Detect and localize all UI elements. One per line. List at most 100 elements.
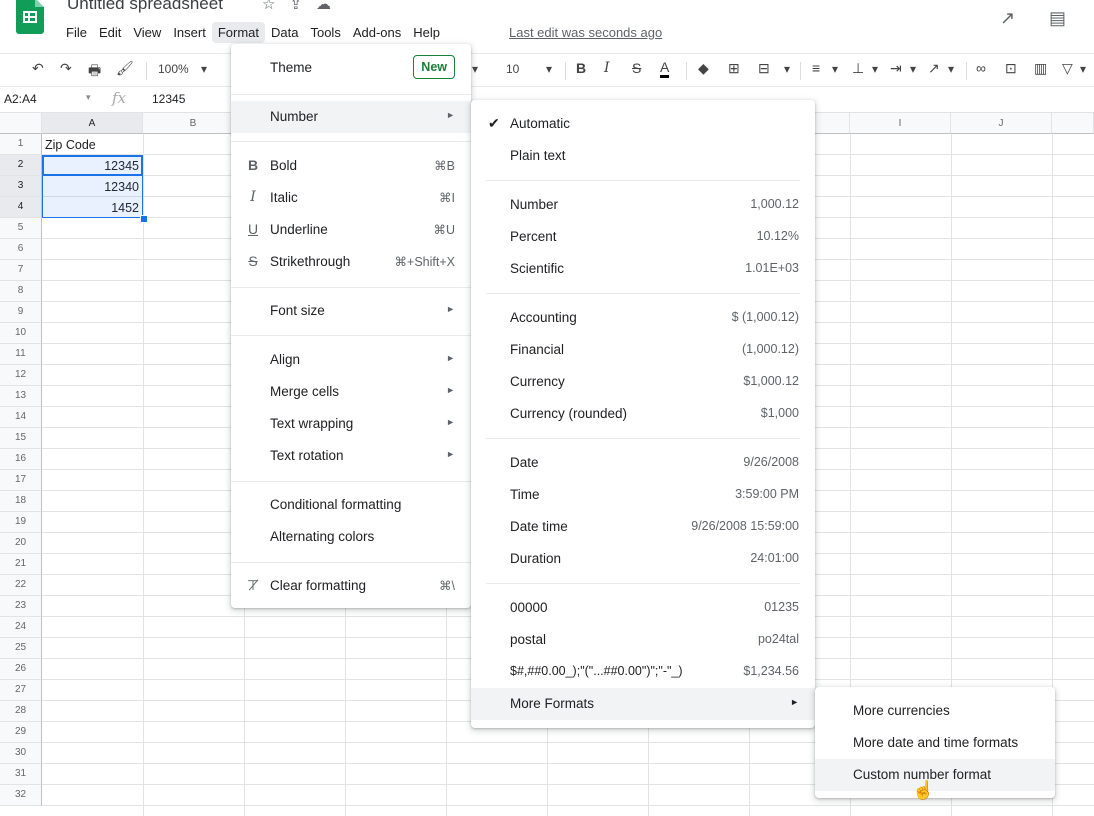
redo-icon[interactable]: ↷ [60, 60, 72, 77]
menu-item-font-size[interactable]: Font size ► [231, 295, 471, 327]
row-header[interactable]: 4 [0, 197, 42, 218]
menu-item-merge-cells[interactable]: Merge cells ► [231, 376, 471, 408]
number-format-date[interactable]: Date 9/26/2008 [471, 447, 815, 479]
menu-view[interactable]: View [127, 22, 167, 43]
menu-tools[interactable]: Tools [304, 22, 346, 43]
column-header[interactable]: I [850, 113, 951, 134]
italic-button[interactable]: I [604, 60, 610, 76]
row-header[interactable]: 31 [0, 764, 42, 785]
row-header[interactable]: 2 [0, 155, 42, 176]
cloud-status-icon[interactable]: ☁ [316, 0, 331, 13]
row-header[interactable]: 14 [0, 407, 42, 428]
trending-icon[interactable]: ↗ [1000, 8, 1015, 29]
insert-link-icon[interactable]: ∞ [976, 60, 986, 76]
number-format-time[interactable]: Time 3:59:00 PM [471, 479, 815, 511]
row-header[interactable]: 10 [0, 323, 42, 344]
column-header[interactable]: B [143, 113, 244, 134]
chevron-down-icon[interactable]: ▾ [86, 92, 91, 103]
merge-cells-icon[interactable]: ⊟ [758, 60, 770, 77]
formula-input[interactable]: 12345 [152, 92, 185, 106]
row-header[interactable]: 17 [0, 470, 42, 491]
menu-help[interactable]: Help [407, 22, 446, 43]
row-header[interactable]: 21 [0, 554, 42, 575]
vertical-align-icon[interactable]: ⊥ [852, 60, 864, 77]
row-header[interactable]: 9 [0, 302, 42, 323]
row-header[interactable]: 23 [0, 596, 42, 617]
row-header[interactable]: 6 [0, 239, 42, 260]
column-header[interactable]: A [42, 113, 143, 134]
strikethrough-button[interactable]: S [632, 60, 641, 76]
cell-a1[interactable]: Zip Code [45, 138, 96, 152]
filter-icon[interactable]: ▽ [1062, 60, 1073, 77]
number-format-custom-zip[interactable]: 00000 01235 [471, 592, 815, 624]
row-header[interactable]: 27 [0, 680, 42, 701]
last-edit-link[interactable]: Last edit was seconds ago [509, 25, 662, 40]
comment-history-icon[interactable]: ▤ [1049, 8, 1066, 29]
row-header[interactable]: 12 [0, 365, 42, 386]
row-header[interactable]: 19 [0, 512, 42, 533]
row-header[interactable]: 25 [0, 638, 42, 659]
row-header[interactable]: 1 [0, 134, 42, 155]
menu-addons[interactable]: Add-ons [347, 22, 407, 43]
insert-chart-icon[interactable]: ▥ [1034, 60, 1047, 77]
borders-icon[interactable]: ⊞ [728, 60, 740, 77]
row-header[interactable]: 7 [0, 260, 42, 281]
text-wrap-icon[interactable]: ⇥ [890, 60, 902, 77]
menu-insert[interactable]: Insert [167, 22, 212, 43]
row-header[interactable]: 26 [0, 659, 42, 680]
number-format-date-time[interactable]: Date time 9/26/2008 15:59:00 [471, 511, 815, 543]
font-size-select[interactable]: 10 [506, 62, 519, 76]
print-icon[interactable]: 🖶 [88, 60, 101, 84]
menu-item-strikethrough[interactable]: S Strikethrough ⌘+Shift+X [231, 246, 471, 278]
number-format-number[interactable]: Number 1,000.12 [471, 189, 815, 221]
menu-data[interactable]: Data [265, 22, 304, 43]
more-formats-currencies[interactable]: More currencies [815, 695, 1055, 727]
number-format-scientific[interactable]: Scientific 1.01E+03 [471, 253, 815, 285]
menu-item-align[interactable]: Align ► [231, 344, 471, 376]
number-format-accounting[interactable]: Accounting $ (1,000.12) [471, 302, 815, 334]
number-format-automatic[interactable]: ✔ Automatic [471, 108, 815, 140]
row-header[interactable]: 28 [0, 701, 42, 722]
more-formats-custom-number-format[interactable]: Custom number format [815, 759, 1055, 791]
menu-file[interactable]: File [60, 22, 93, 43]
row-header[interactable]: 29 [0, 722, 42, 743]
sheets-logo[interactable] [16, 0, 44, 34]
undo-icon[interactable]: ↶ [32, 60, 44, 77]
menu-item-text-rotation[interactable]: Text rotation ► [231, 440, 471, 472]
menu-item-underline[interactable]: U Underline ⌘U [231, 214, 471, 246]
fill-handle[interactable] [140, 215, 148, 223]
menu-item-alternating-colors[interactable]: Alternating colors [231, 521, 471, 553]
bold-button[interactable]: B [576, 60, 586, 76]
row-header[interactable]: 30 [0, 743, 42, 764]
paint-format-icon[interactable]: 🖌 [116, 60, 134, 77]
row-header[interactable]: 22 [0, 575, 42, 596]
insert-comment-icon[interactable]: ⊡ [1005, 60, 1017, 77]
number-format-custom-accounting[interactable]: $#,##0.00_);"("...##0.00")";"-"_) $1,234… [471, 656, 815, 688]
row-header[interactable]: 8 [0, 281, 42, 302]
row-header[interactable]: 11 [0, 344, 42, 365]
row-header[interactable]: 3 [0, 176, 42, 197]
column-header[interactable]: J [951, 113, 1052, 134]
zoom-select[interactable]: 100% [158, 62, 189, 76]
menu-item-bold[interactable]: B Bold ⌘B [231, 150, 471, 182]
row-header[interactable]: 20 [0, 533, 42, 554]
column-header[interactable] [1052, 113, 1094, 134]
menu-edit[interactable]: Edit [93, 22, 127, 43]
number-format-duration[interactable]: Duration 24:01:00 [471, 543, 815, 575]
number-format-plain-text[interactable]: Plain text [471, 140, 815, 172]
menu-format[interactable]: Format [211, 22, 265, 43]
number-format-percent[interactable]: Percent 10.12% [471, 221, 815, 253]
star-icon[interactable]: ☆ [262, 0, 275, 13]
text-rotation-icon[interactable]: ↗ [928, 60, 940, 77]
row-header[interactable]: 32 [0, 785, 42, 806]
row-header[interactable]: 16 [0, 449, 42, 470]
number-format-currency[interactable]: Currency $1,000.12 [471, 366, 815, 398]
number-format-more-formats[interactable]: More Formats ► [471, 688, 815, 720]
move-to-folder-icon[interactable]: ⇪ [289, 0, 302, 13]
menu-item-clear-formatting[interactable]: ⊤̸ Clear formatting ⌘\ [231, 570, 471, 602]
menu-item-theme[interactable]: Theme New [231, 52, 471, 84]
row-header[interactable]: 5 [0, 218, 42, 239]
horizontal-align-icon[interactable]: ≡ [812, 60, 820, 76]
row-header[interactable]: 13 [0, 386, 42, 407]
menu-item-conditional-formatting[interactable]: Conditional formatting [231, 489, 471, 521]
